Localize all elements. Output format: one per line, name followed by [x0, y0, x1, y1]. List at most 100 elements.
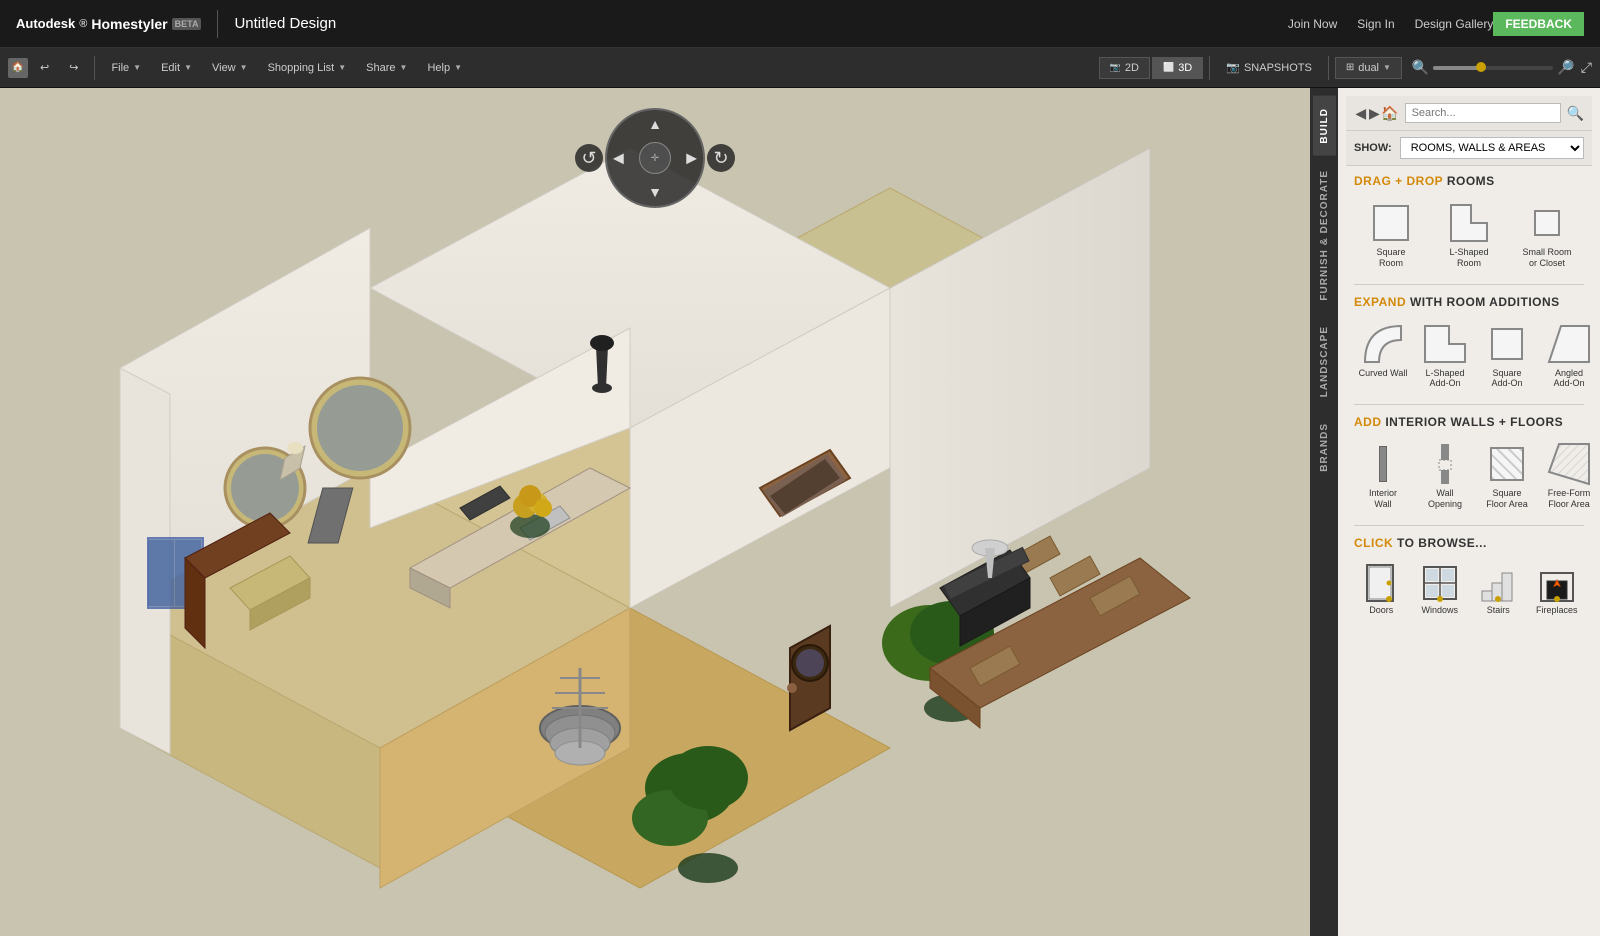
small-room-item[interactable]: Small Roomor Closet: [1510, 196, 1584, 274]
square-room-item[interactable]: SquareRoom: [1354, 196, 1428, 274]
nav-center-button[interactable]: ✛: [639, 142, 671, 174]
panel-forward-button[interactable]: ▶: [1368, 102, 1382, 124]
add-label: ADD: [1354, 415, 1382, 429]
rotate-left-button[interactable]: ↺: [575, 144, 603, 172]
freeform-floor-item[interactable]: Free-FormFloor Area: [1540, 437, 1598, 515]
file-menu[interactable]: File ▼: [103, 58, 149, 78]
square-floor-label: SquareFloor Area: [1486, 488, 1528, 510]
nav-up-arrow[interactable]: ▲: [648, 116, 662, 132]
small-room-label: Small Roomor Closet: [1522, 247, 1571, 269]
feedback-button[interactable]: FEEDBACK: [1493, 12, 1584, 36]
dual-button[interactable]: ⊞ dual ▼: [1335, 57, 1402, 79]
canvas-area[interactable]: ↺ ▲ ▼ ◀ ▶ ✛ ↻: [0, 88, 1310, 936]
join-now-link[interactable]: Join Now: [1288, 17, 1337, 31]
wall-opening-item[interactable]: WallOpening: [1416, 437, 1474, 515]
zoom-in-icon[interactable]: 🔎: [1557, 59, 1574, 76]
zoom-handle[interactable]: [1476, 62, 1486, 72]
3d-mode-button[interactable]: ⬜ 3D: [1152, 57, 1203, 79]
undo-button[interactable]: ↩: [32, 57, 57, 78]
brands-tab[interactable]: BRANDS: [1313, 411, 1336, 484]
interior-wall-item[interactable]: InteriorWall: [1354, 437, 1412, 515]
browse-grid: Doors: [1346, 554, 1592, 629]
nav-left-arrow[interactable]: ◀: [613, 150, 624, 167]
freeform-floor-icon: [1543, 442, 1595, 486]
windows-label: Windows: [1421, 605, 1458, 616]
navigation-controls: ↺ ▲ ▼ ◀ ▶ ✛ ↻: [605, 108, 705, 208]
l-shaped-addon-item[interactable]: L-ShapedAdd-On: [1416, 317, 1474, 395]
interior-wall-icon: [1357, 442, 1409, 486]
help-menu[interactable]: Help ▼: [419, 58, 470, 78]
windows-browse-item[interactable]: Windows: [1413, 558, 1468, 621]
furnish-tab[interactable]: FURNISH & DECORATE: [1313, 158, 1336, 313]
separator-3: [1328, 56, 1329, 80]
landscape-tab[interactable]: LANDSCAPE: [1313, 314, 1336, 409]
nav-down-arrow[interactable]: ▼: [648, 184, 662, 200]
redo-button[interactable]: ↪: [61, 57, 86, 78]
wall-opening-label: WallOpening: [1428, 488, 1462, 510]
interior-walls-label: INTERIOR WALLS + FLOORS: [1385, 415, 1563, 429]
doors-browse-item[interactable]: Doors: [1354, 558, 1409, 621]
with-room-label: WITH ROOM ADDITIONS: [1410, 295, 1560, 309]
l-shaped-room-item[interactable]: L-ShapedRoom: [1432, 196, 1506, 274]
angled-addon-item[interactable]: AngledAdd-On: [1540, 317, 1598, 395]
curved-wall-icon: [1357, 322, 1409, 366]
panel-back-button[interactable]: ◀: [1354, 102, 1368, 124]
show-label: SHOW:: [1354, 142, 1392, 154]
separator-2: [1209, 56, 1210, 80]
stairs-browse-icon: [1478, 563, 1518, 603]
toolbar: 🏠 ↩ ↪ File ▼ Edit ▼ View ▼ Shopping List…: [0, 48, 1600, 88]
view-menu[interactable]: View ▼: [204, 58, 256, 78]
zoom-slider[interactable]: [1433, 66, 1553, 70]
expand-additions-title: EXPAND WITH ROOM ADDITIONS: [1346, 287, 1592, 313]
square-floor-item[interactable]: SquareFloor Area: [1478, 437, 1536, 515]
panel-search-button[interactable]: 🔍: [1567, 102, 1584, 124]
square-addon-item[interactable]: SquareAdd-On: [1478, 317, 1536, 395]
rooms-label: ROOMS: [1447, 174, 1495, 188]
drag-drop-rooms-title: DRAG + DROP ROOMS: [1346, 166, 1592, 192]
home-icon[interactable]: 🏠: [8, 58, 28, 78]
zoom-out-icon[interactable]: 🔍: [1412, 59, 1429, 76]
curved-wall-item[interactable]: Curved Wall: [1354, 317, 1412, 395]
fireplaces-browse-icon: [1537, 563, 1577, 603]
navigation-ring[interactable]: ▲ ▼ ◀ ▶ ✛: [605, 108, 705, 208]
browse-title: CLICK TO BROWSE...: [1346, 528, 1592, 554]
expand-label: EXPAND: [1354, 295, 1406, 309]
small-room-icon: [1521, 201, 1573, 245]
to-browse-label: TO BROWSE...: [1397, 536, 1487, 550]
logo-divider: [217, 10, 218, 38]
snapshots-button[interactable]: 📷 SNAPSHOTS: [1216, 57, 1322, 78]
edit-menu[interactable]: Edit ▼: [153, 58, 200, 78]
beta-badge: BETA: [172, 18, 202, 30]
square-floor-icon: [1481, 442, 1533, 486]
expand-icon[interactable]: ⤢: [1581, 59, 1592, 76]
stairs-browse-item[interactable]: Stairs: [1471, 558, 1526, 621]
fireplaces-browse-item[interactable]: Fireplaces: [1530, 558, 1585, 621]
interior-walls-title: ADD INTERIOR WALLS + FLOORS: [1346, 407, 1592, 433]
show-dropdown[interactable]: ROOMS, WALLS & AREAS FURNITURE ALL: [1400, 137, 1584, 159]
build-tab[interactable]: BUILD: [1313, 96, 1336, 156]
right-panel: BUILD FURNISH & DECORATE LANDSCAPE BRAND…: [1310, 88, 1600, 936]
separator-1: [94, 56, 95, 80]
freeform-floor-label: Free-FormFloor Area: [1548, 488, 1591, 510]
panel-navigation: ◀ ▶ 🏠 🔍: [1346, 96, 1592, 131]
sign-in-link[interactable]: Sign In: [1357, 17, 1394, 31]
nav-right-arrow[interactable]: ▶: [686, 150, 697, 167]
2d-mode-button[interactable]: 📷 2D: [1099, 57, 1150, 79]
angled-addon-label: AngledAdd-On: [1553, 368, 1584, 390]
main-area: ↺ ▲ ▼ ◀ ▶ ✛ ↻: [0, 88, 1600, 936]
shopping-list-menu[interactable]: Shopping List ▼: [260, 58, 355, 78]
l-shaped-addon-icon: [1419, 322, 1471, 366]
app-logo: Autodesk ® Homestyler BETA: [16, 16, 201, 32]
share-menu[interactable]: Share ▼: [358, 58, 415, 78]
panel-home-button[interactable]: 🏠: [1381, 102, 1398, 124]
design-gallery-link[interactable]: Design Gallery: [1415, 17, 1494, 31]
panel-search-input[interactable]: [1405, 103, 1561, 123]
rotate-right-button[interactable]: ↻: [707, 144, 735, 172]
autodesk-label: Autodesk: [16, 16, 75, 31]
click-label: CLICK: [1354, 536, 1393, 550]
doors-label: Doors: [1369, 605, 1393, 616]
windows-browse-icon: [1420, 563, 1460, 603]
design-title: Untitled Design: [234, 15, 336, 32]
top-bar: Autodesk ® Homestyler BETA Untitled Desi…: [0, 0, 1600, 48]
stairs-label: Stairs: [1487, 605, 1510, 616]
